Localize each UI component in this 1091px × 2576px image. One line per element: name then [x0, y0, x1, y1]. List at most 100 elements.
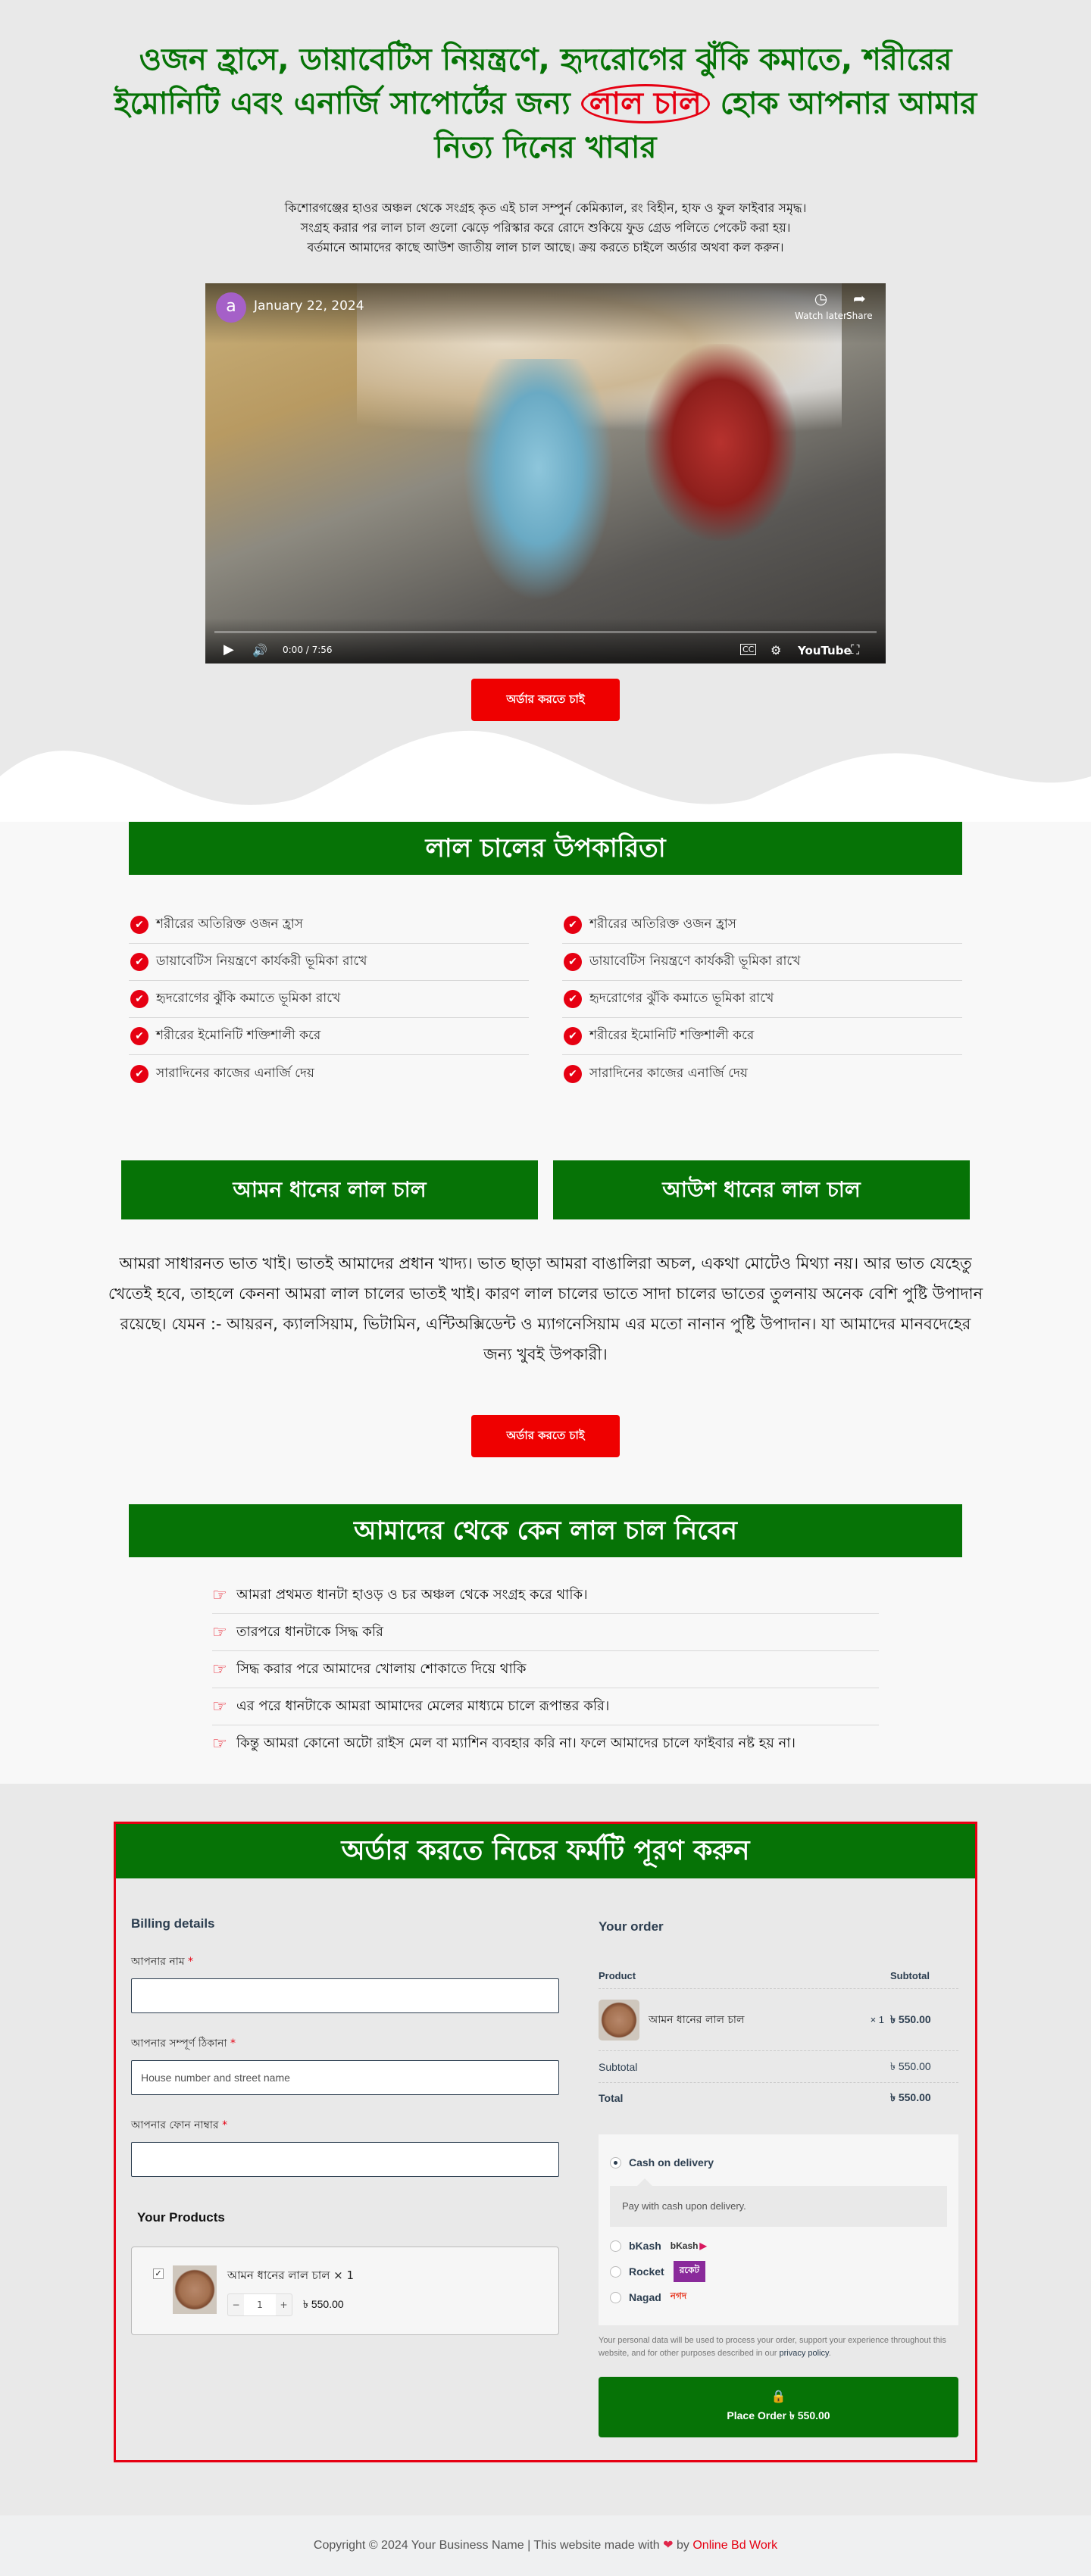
name-input[interactable] [131, 1978, 559, 2013]
share-icon: ➦ [852, 289, 866, 308]
hand-point-right-icon: ☞ [212, 1660, 227, 1679]
address-input[interactable] [131, 2060, 559, 2095]
radio-cod[interactable] [610, 2156, 621, 2169]
phone-label-text: আপনার ফোন নাম্বার [131, 2119, 219, 2131]
video-frame-chair [645, 344, 796, 541]
footer: Copyright © 2024 Your Business Name | Th… [0, 2515, 1091, 2576]
hand-point-right-icon: ☞ [212, 1622, 227, 1642]
order-table-header: Product Subtotal [599, 1963, 958, 1989]
hand-point-right-icon: ☞ [212, 1735, 227, 1753]
total-row: Total ৳ 550.00 [599, 2083, 958, 2113]
privacy-policy-link[interactable]: privacy policy [779, 2349, 828, 2358]
check-circle-icon: ✔ [564, 916, 582, 934]
settings-icon[interactable]: ⚙ [771, 643, 781, 657]
required-marker: * [222, 2119, 228, 2131]
hand-point-right-icon: ☞ [212, 1697, 227, 1716]
rocket-logo-icon: রকেট [673, 2261, 706, 2282]
check-circle-icon: ✔ [130, 916, 148, 934]
video-title[interactable]: January 22, 2024 [254, 298, 364, 314]
hero-section: ওজন হ্রাসে, ডায়াবেটিস নিয়ন্ত্রণে, হৃদর… [0, 0, 1091, 814]
watch-later-button[interactable]: ◷ Watch later [795, 289, 847, 321]
about-paragraph: আমরা সাধারনত ভাত খাই। ভাতই আমাদের প্রধান… [108, 1254, 983, 1363]
share-label: Share [846, 311, 873, 321]
why-item: ☞ এর পরে ধানটাকে আমরা আমাদের মেলের মাধ্যম… [212, 1688, 879, 1725]
benefit-item-text: হৃদরোগের ঝুঁকি কমাতে ভূমিকা রাখে [156, 991, 341, 1006]
video-progress-bar[interactable] [214, 631, 877, 633]
benefit-item-text: সারাদিনের কাজের এনার্জি দেয় [156, 1065, 314, 1081]
why-item-text: আমরা প্রথমত ধানটা হাওড় ও চর অঞ্চল থেকে … [236, 1586, 588, 1603]
check-circle-icon: ✔ [564, 990, 582, 1008]
payment-rocket[interactable]: Rocket রকেট [610, 2259, 947, 2284]
order-item-price: ৳ 550.00 [890, 2012, 931, 2025]
benefits-column-left: ✔ শরীরের অতিরিক্ত ওজন হ্রাস ✔ ডায়াবেটিস নি… [129, 907, 529, 1092]
payment-bkash[interactable]: bKash bKash [610, 2233, 947, 2259]
why-item: ☞ তারপরে ধানটাকে সিদ্ধ করি [212, 1614, 879, 1651]
why-item: ☞ আমরা প্রথমত ধানটা হাওড় ও চর অঞ্চল থেকে… [212, 1577, 879, 1614]
lock-icon: 🔒 [771, 2390, 786, 2403]
privacy-text: Your personal data will be used to proce… [599, 2336, 946, 2358]
total-label: Total [599, 2092, 624, 2104]
benefit-item: ✔ শরীরের ইমোনিটি শক্তিশালী করে [562, 1018, 962, 1055]
order-heading: অর্ডার করতে নিচের ফর্মটি পূরণ করুন [116, 1824, 975, 1878]
order-table: Product Subtotal আমন ধানের লাল চাল × 1 ৳… [599, 1963, 958, 2113]
why-item-text: তারপরে ধানটাকে সিদ্ধ করি [236, 1623, 383, 1640]
volume-icon[interactable]: 🔊 [252, 643, 267, 657]
why-item-text: এর পরে ধানটাকে আমরা আমাদের মেলের মাধ্যমে… [236, 1697, 610, 1714]
required-marker: * [230, 2037, 236, 2050]
privacy-notice: Your personal data will be used to proce… [599, 2334, 958, 2360]
payment-cod[interactable]: Cash on delivery [610, 2150, 947, 2175]
address-label-text: আপনার সম্পূর্ণ ঠিকানা [131, 2037, 227, 2050]
benefit-item-text: হৃদরোগের ঝুঁকি কমাতে ভূমিকা রাখে [589, 991, 774, 1006]
benefit-item: ✔ সারাদিনের কাজের এনার্জি দেয় [129, 1055, 529, 1092]
video-top-bar [205, 283, 886, 344]
benefit-item: ✔ শরীরের ইমোনিটি শক্তিশালী করে [129, 1018, 529, 1055]
place-order-label: Place Order ৳ 550.00 [727, 2409, 830, 2421]
order-cta-button[interactable]: অর্ডার করতে চাই [471, 679, 620, 721]
payment-nagad[interactable]: Nagad নগদ [610, 2284, 947, 2310]
radio-nagad[interactable] [610, 2291, 621, 2303]
benefit-item: ✔ শরীরের অতিরিক্ত ওজন হ্রাস [562, 907, 962, 944]
your-products-heading: Your Products [137, 2210, 225, 2225]
video-player[interactable]: a January 22, 2024 ◷ Watch later ➦ Share… [205, 283, 886, 664]
check-circle-icon: ✔ [130, 1064, 148, 1083]
qty-minus-button[interactable]: − [228, 2294, 244, 2315]
name-label-text: আপনার নাম [131, 1956, 185, 1968]
product-checkbox[interactable]: ✓ [153, 2268, 164, 2279]
play-icon[interactable]: ▶ [224, 642, 234, 657]
footer-credit-link[interactable]: Online Bd Work [692, 2539, 777, 2552]
privacy-end: . [828, 2349, 831, 2358]
your-order-heading: Your order [599, 1919, 664, 1934]
cod-description: Pay with cash upon delivery. [610, 2178, 947, 2227]
order-item-row: আমন ধানের লাল চাল × 1 ৳ 550.00 [599, 1989, 958, 2051]
bkash-logo-icon: bKash [671, 2240, 707, 2251]
payment-rocket-label: Rocket [629, 2265, 664, 2278]
channel-avatar[interactable]: a [216, 292, 246, 323]
fullscreen-icon[interactable]: ⛶ [851, 642, 859, 657]
order-cta-button-2[interactable]: অর্ডার করতে চাই [471, 1415, 620, 1457]
phone-input[interactable] [131, 2142, 559, 2177]
radio-bkash[interactable] [610, 2240, 621, 2252]
why-item-text: সিদ্ধ করার পরে আমাদের খোলায় শোকাতে দিয়… [236, 1660, 527, 1677]
captions-icon[interactable]: CC [740, 644, 757, 655]
share-button[interactable]: ➦ Share [846, 289, 873, 321]
hero-description: কিশোরগঞ্জের হাওর অঞ্চল থেকে সংগ্রহ কৃত এ… [284, 201, 807, 254]
variety-aman: আমন ধানের লাল চাল [121, 1160, 538, 1219]
order-item-qty: × 1 [870, 2014, 884, 2025]
check-circle-icon: ✔ [130, 1027, 148, 1045]
qty-value[interactable]: 1 [244, 2294, 276, 2315]
benefit-item-text: শরীরের অতিরিক্ত ওজন হ্রাস [589, 916, 737, 932]
quantity-stepper[interactable]: − 1 + [227, 2293, 292, 2316]
radio-rocket[interactable] [610, 2265, 621, 2278]
youtube-logo[interactable]: YouTube [798, 644, 852, 657]
place-order-button[interactable]: 🔒 Place Order ৳ 550.00 [599, 2377, 958, 2437]
required-marker: * [188, 1956, 194, 1968]
benefit-item: ✔ শরীরের অতিরিক্ত ওজন হ্রাস [129, 907, 529, 944]
benefits-section: লাল চালের উপকারিতা ✔ শরীরের অতিরিক্ত ওজন … [0, 814, 1091, 1784]
why-heading: আমাদের থেকে কেন লাল চাল নিবেন [129, 1504, 962, 1557]
check-circle-icon: ✔ [564, 1064, 582, 1083]
benefit-item: ✔ হৃদরোগের ঝুঁকি কমাতে ভূমিকা রাখে [129, 981, 529, 1018]
order-summary: Your order Product Subtotal আমন ধানের লা… [599, 1916, 960, 2437]
col-subtotal: Subtotal [890, 1970, 930, 1981]
qty-plus-button[interactable]: + [276, 2294, 292, 2315]
why-item: ☞ সিদ্ধ করার পরে আমাদের খোলায় শোকাতে দিয… [212, 1651, 879, 1688]
